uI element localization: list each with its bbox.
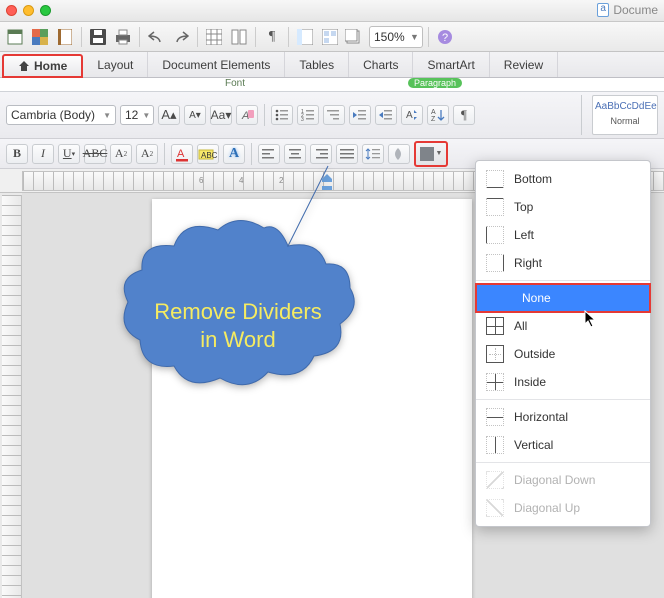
menu-item-left[interactable]: Left (476, 221, 650, 249)
script-editor-button[interactable] (4, 26, 26, 48)
font-size-selector[interactable]: 12▼ (120, 105, 154, 125)
change-case-button[interactable]: Aa▾ (210, 105, 232, 125)
tab-tables[interactable]: Tables (285, 52, 349, 77)
tab-charts[interactable]: Charts (349, 52, 413, 77)
svg-text:A: A (431, 109, 436, 116)
section-font-label: Font (0, 78, 320, 91)
menu-item-top[interactable]: Top (476, 193, 650, 221)
border-left-icon (486, 226, 504, 244)
tab-doc-elements[interactable]: Document Elements (148, 52, 285, 77)
bold-button[interactable]: B (6, 144, 28, 164)
media-browser-button[interactable] (344, 26, 366, 48)
home-icon (18, 60, 30, 72)
gallery-button[interactable] (319, 26, 341, 48)
borders-dropdown-menu: Bottom Top Left Right None All Outside I… (475, 160, 651, 527)
font-name-selector[interactable]: Cambria (Body)▼ (6, 105, 116, 125)
border-outside-icon (486, 345, 504, 363)
save-button[interactable] (87, 26, 109, 48)
menu-item-outside[interactable]: Outside (476, 340, 650, 368)
clear-formatting-button[interactable]: A (236, 105, 258, 125)
border-right-icon (486, 254, 504, 272)
ribbon-tabs: Home Layout Document Elements Tables Cha… (0, 52, 664, 78)
show-nonprinting-button[interactable]: ¶ (261, 26, 283, 48)
style-sample: AaBbCcDdEe (595, 98, 655, 112)
multilevel-list-button[interactable] (323, 105, 345, 125)
style-name: Normal (595, 116, 655, 126)
border-bottom-icon (486, 170, 504, 188)
tab-layout[interactable]: Layout (83, 52, 148, 77)
border-vertical-icon (486, 436, 504, 454)
mouse-cursor-icon (584, 310, 598, 328)
numbering-button[interactable]: 123 (297, 105, 319, 125)
close-window-button[interactable] (6, 5, 17, 16)
annotation-callout: Remove Dividers in Word (118, 236, 358, 416)
border-diagonal-down-icon (486, 471, 504, 489)
menu-item-horizontal[interactable]: Horizontal (476, 403, 650, 431)
callout-line-2: in Word (144, 326, 332, 354)
border-horizontal-icon (486, 408, 504, 426)
ribbon-row-1: Cambria (Body)▼ 12▼ A▴ A▾ Aa▾ A 123 A AZ… (0, 92, 664, 139)
style-normal[interactable]: AaBbCcDdEe Normal (592, 95, 658, 135)
show-marks-button[interactable]: ¶ (453, 105, 475, 125)
menu-item-bottom[interactable]: Bottom (476, 165, 650, 193)
line-spacing-button[interactable] (362, 144, 384, 164)
bullets-button[interactable] (271, 105, 293, 125)
paragraph-badge: Paragraph (408, 78, 462, 88)
chevron-down-icon: ▼ (436, 150, 443, 157)
border-inside-icon (486, 373, 504, 391)
tab-review[interactable]: Review (490, 52, 558, 77)
sort-button[interactable]: AZ (427, 105, 449, 125)
border-all-icon (486, 317, 504, 335)
callout-line-1: Remove Dividers (144, 298, 332, 326)
document-name: Docume (613, 3, 658, 17)
zoom-selector[interactable]: 150% ▼ (369, 26, 423, 48)
tab-smartart[interactable]: SmartArt (413, 52, 489, 77)
increase-indent-button[interactable] (375, 105, 397, 125)
quick-access-toolbar: ¶ 150% ▼ ? (0, 22, 664, 52)
zoom-value: 150% (374, 30, 405, 44)
menu-item-inside[interactable]: Inside (476, 368, 650, 396)
help-button[interactable]: ? (434, 26, 456, 48)
styles-group: AaBbCcDdEe Normal (581, 95, 658, 135)
navigation-pane-button[interactable] (294, 26, 316, 48)
borders-button[interactable]: ▼ (414, 141, 448, 167)
chevron-down-icon: ▼ (410, 32, 418, 42)
vertical-ruler[interactable] (2, 195, 22, 598)
window-titlebar: Docume (0, 0, 664, 22)
grow-font-button[interactable]: A▴ (158, 105, 180, 125)
border-top-icon (486, 198, 504, 216)
document-icon (597, 3, 609, 17)
print-button[interactable] (112, 26, 134, 48)
svg-text:A: A (406, 110, 413, 121)
insert-table-button[interactable] (203, 26, 225, 48)
svg-text:?: ? (442, 32, 448, 44)
undo-button[interactable] (145, 26, 167, 48)
italic-button[interactable]: I (32, 144, 54, 164)
menu-item-none[interactable]: None (476, 284, 650, 312)
strikethrough-button[interactable]: ABC (84, 144, 106, 164)
shading-button[interactable] (388, 144, 410, 164)
color-palette-button[interactable] (29, 26, 51, 48)
underline-button[interactable]: U▾ (58, 144, 80, 164)
svg-text:3: 3 (301, 117, 304, 121)
zoom-window-button[interactable] (40, 5, 51, 16)
menu-item-right[interactable]: Right (476, 249, 650, 277)
decrease-indent-button[interactable] (349, 105, 371, 125)
ribbon-section-labels: Font Paragraph (0, 78, 664, 92)
menu-item-diagonal-down[interactable]: Diagonal Down (476, 466, 650, 494)
menu-item-diagonal-up[interactable]: Diagonal Up (476, 494, 650, 522)
svg-text:Z: Z (431, 116, 436, 122)
border-icon (420, 147, 434, 161)
minimize-window-button[interactable] (23, 5, 34, 16)
menu-item-all[interactable]: All (476, 312, 650, 340)
section-paragraph-label: Paragraph (320, 78, 520, 91)
redo-button[interactable] (170, 26, 192, 48)
tab-home[interactable]: Home (2, 54, 83, 78)
shrink-font-button[interactable]: A▾ (184, 105, 206, 125)
notebook-button[interactable] (54, 26, 76, 48)
columns-button[interactable] (228, 26, 250, 48)
text-direction-button[interactable]: A (401, 105, 423, 125)
border-diagonal-up-icon (486, 499, 504, 517)
menu-item-vertical[interactable]: Vertical (476, 431, 650, 459)
